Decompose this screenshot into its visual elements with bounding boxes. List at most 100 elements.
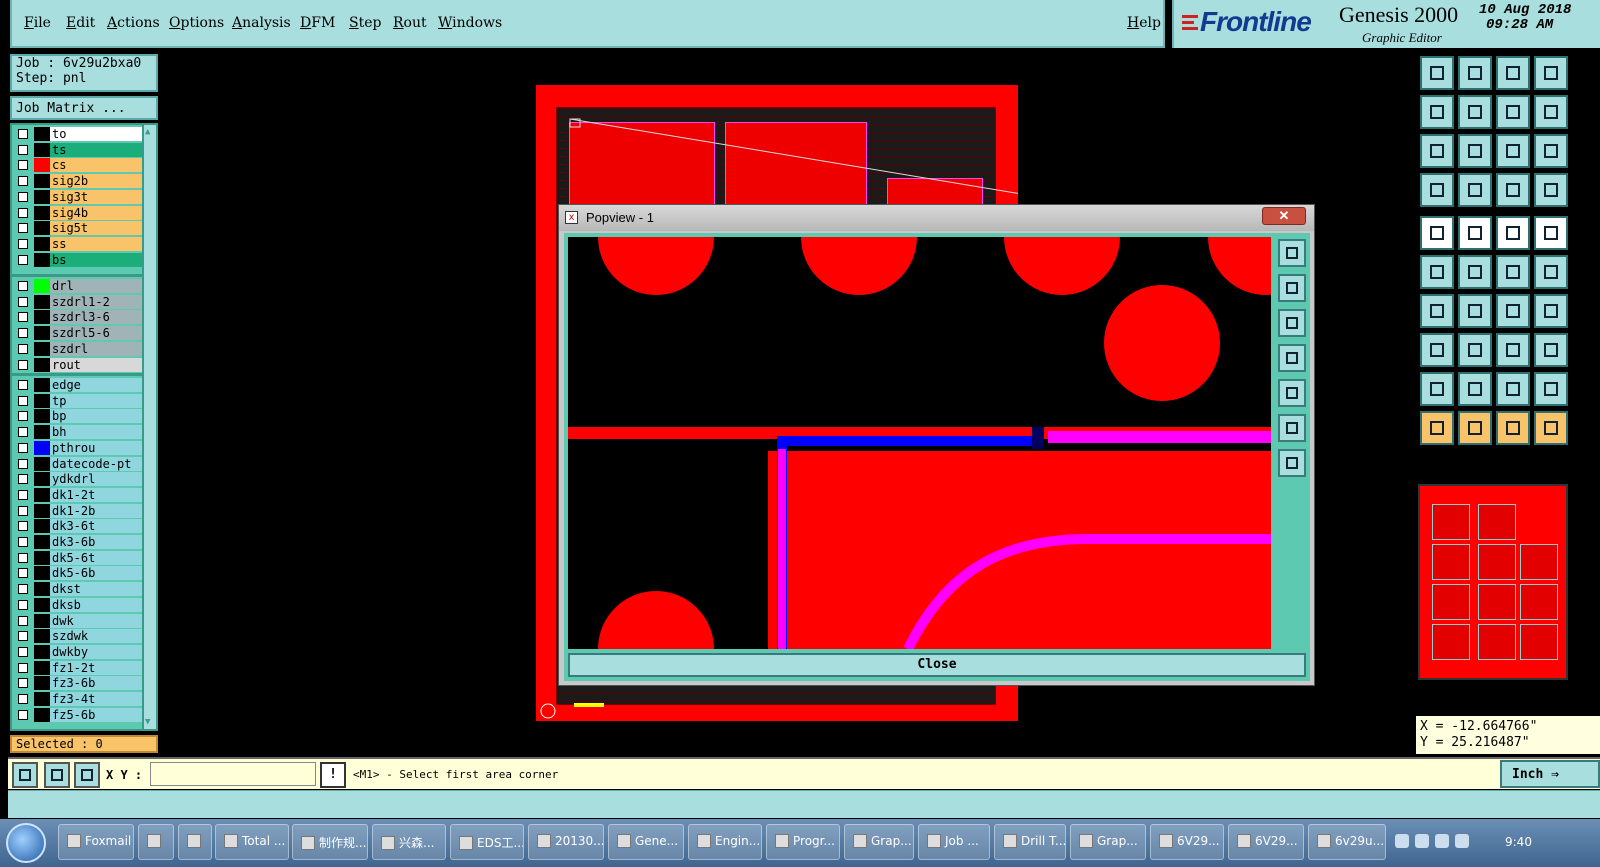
- layer-checkbox[interactable]: [18, 489, 28, 500]
- taskbar-item[interactable]: [138, 824, 174, 860]
- layer-checkbox[interactable]: [18, 411, 28, 422]
- menu-help[interactable]: Help: [1127, 15, 1161, 31]
- taskbar-item[interactable]: EDS工...: [450, 824, 524, 860]
- layer-color-swatch[interactable]: [34, 613, 50, 628]
- layer-checkbox[interactable]: [18, 599, 28, 610]
- taskbar-item[interactable]: [178, 824, 212, 860]
- layer-row[interactable]: fz5-6b: [16, 707, 144, 722]
- layer-color-swatch[interactable]: [34, 236, 50, 251]
- layer-checkbox[interactable]: [18, 521, 28, 532]
- snap-icon[interactable]: [1534, 95, 1568, 129]
- zoom-home-icon[interactable]: [1278, 449, 1306, 477]
- layer-color-swatch[interactable]: [34, 252, 50, 267]
- pan-left-icon[interactable]: [1278, 344, 1306, 372]
- layer-color-swatch[interactable]: [34, 456, 50, 471]
- arc-edit-icon[interactable]: [1496, 372, 1530, 406]
- menu-actions[interactable]: Actions: [107, 15, 160, 31]
- layer-row[interactable]: tp: [16, 393, 144, 408]
- layer-checkbox[interactable]: [18, 427, 28, 438]
- scale-1-to-2-icon[interactable]: [1496, 134, 1530, 168]
- scroll-up-icon[interactable]: ▲: [145, 127, 150, 137]
- taskbar-item[interactable]: Foxmail: [58, 824, 134, 860]
- layer-row[interactable]: to: [16, 127, 144, 141]
- layer-checkbox[interactable]: [18, 584, 28, 595]
- layer-checkbox[interactable]: [18, 359, 28, 370]
- measure-icon[interactable]: [1420, 216, 1454, 250]
- layer-checkbox[interactable]: [18, 191, 28, 202]
- layer-color-swatch[interactable]: [34, 707, 50, 722]
- layer-checkbox[interactable]: [18, 662, 28, 673]
- layer-checkbox[interactable]: [18, 281, 28, 291]
- tray-network-icon[interactable]: [1455, 834, 1469, 848]
- layer-row[interactable]: szdwk: [16, 629, 144, 644]
- layer-color-swatch[interactable]: [34, 535, 50, 549]
- layer-row[interactable]: dwk: [16, 613, 144, 628]
- layer-color-swatch[interactable]: [34, 566, 50, 581]
- layer-checkbox[interactable]: [18, 568, 28, 579]
- layer-row[interactable]: rout: [16, 357, 144, 372]
- layer-row[interactable]: sig4b: [16, 205, 144, 220]
- taskbar-item[interactable]: Drill T...: [994, 824, 1066, 860]
- layer-row[interactable]: datecode-pt: [16, 456, 144, 471]
- shape-edit-icon[interactable]: [1534, 372, 1568, 406]
- add-line-icon[interactable]: [1420, 294, 1454, 328]
- layer-color-swatch[interactable]: [34, 440, 50, 455]
- layer-color-swatch[interactable]: [34, 378, 50, 392]
- panel-overview-map[interactable]: [1418, 484, 1568, 680]
- layer-color-swatch[interactable]: [34, 393, 50, 408]
- layer-color-swatch[interactable]: [34, 357, 50, 372]
- taskbar-item[interactable]: Total ...: [215, 824, 289, 860]
- add-surface-icon[interactable]: [1420, 333, 1454, 367]
- tray-keyboard-icon[interactable]: [1395, 834, 1409, 848]
- triangle-icon[interactable]: [1420, 372, 1454, 406]
- taskbar-item[interactable]: 6V29...: [1228, 824, 1304, 860]
- layer-checkbox[interactable]: [18, 615, 28, 626]
- redraw-icon[interactable]: [1496, 95, 1530, 129]
- layer-checkbox[interactable]: [18, 646, 28, 657]
- layer-checkbox[interactable]: [18, 296, 28, 307]
- layer-color-swatch[interactable]: [34, 676, 50, 691]
- layer-row[interactable]: dk5-6t: [16, 550, 144, 565]
- taskbar-item[interactable]: 制作规...: [292, 824, 368, 860]
- layer-color-swatch[interactable]: [34, 174, 50, 189]
- layer-color-swatch[interactable]: [34, 644, 50, 659]
- layer-row[interactable]: sig2b: [16, 174, 144, 189]
- layer-row[interactable]: sig5t: [16, 221, 144, 236]
- taskbar-item[interactable]: Gene...: [608, 824, 684, 860]
- tray-arrow-icon[interactable]: [1435, 834, 1449, 848]
- layer-checkbox[interactable]: [18, 254, 28, 265]
- layer-color-swatch[interactable]: [34, 582, 50, 597]
- layer-color-swatch[interactable]: [34, 310, 50, 325]
- resize-icon[interactable]: [1496, 333, 1530, 367]
- view-zoom-window-icon[interactable]: [1534, 56, 1568, 90]
- taskbar-item[interactable]: 20130...: [528, 824, 604, 860]
- grid-icon[interactable]: [1458, 173, 1492, 207]
- layer-row[interactable]: fz1-2t: [16, 660, 144, 675]
- select-area-icon[interactable]: [1496, 411, 1530, 445]
- layer-checkbox[interactable]: [18, 144, 28, 155]
- popview-canvas[interactable]: [568, 237, 1271, 649]
- zoom-window-icon[interactable]: [1278, 239, 1306, 267]
- layer-scrollbar[interactable]: ▲ ▼: [142, 125, 156, 729]
- layer-checkbox[interactable]: [18, 343, 28, 354]
- taskbar-item[interactable]: 6v29u...: [1308, 824, 1386, 860]
- layer-row[interactable]: szdrl1-2: [16, 294, 144, 309]
- layer-color-swatch[interactable]: [34, 127, 50, 141]
- layer-checkbox[interactable]: [18, 395, 28, 406]
- zoom-fit-icon[interactable]: [1420, 134, 1454, 168]
- layer-color-swatch[interactable]: [34, 142, 50, 157]
- layer-checkbox[interactable]: [18, 176, 28, 187]
- layer-color-swatch[interactable]: [34, 660, 50, 675]
- scroll-down-icon[interactable]: ▼: [145, 717, 150, 727]
- layer-color-swatch[interactable]: [34, 409, 50, 424]
- layer-row[interactable]: szdrl: [16, 341, 144, 356]
- select-box-icon[interactable]: [1458, 411, 1492, 445]
- grid-snap-icon[interactable]: [74, 762, 100, 788]
- xy-input[interactable]: [150, 762, 316, 786]
- menu-dfm[interactable]: DFM: [300, 15, 335, 31]
- pan-down-icon[interactable]: [1278, 309, 1306, 337]
- layer-color-swatch[interactable]: [34, 158, 50, 173]
- layer-checkbox[interactable]: [18, 709, 28, 720]
- copy-icon[interactable]: [1534, 333, 1568, 367]
- segment-icon[interactable]: [1534, 255, 1568, 289]
